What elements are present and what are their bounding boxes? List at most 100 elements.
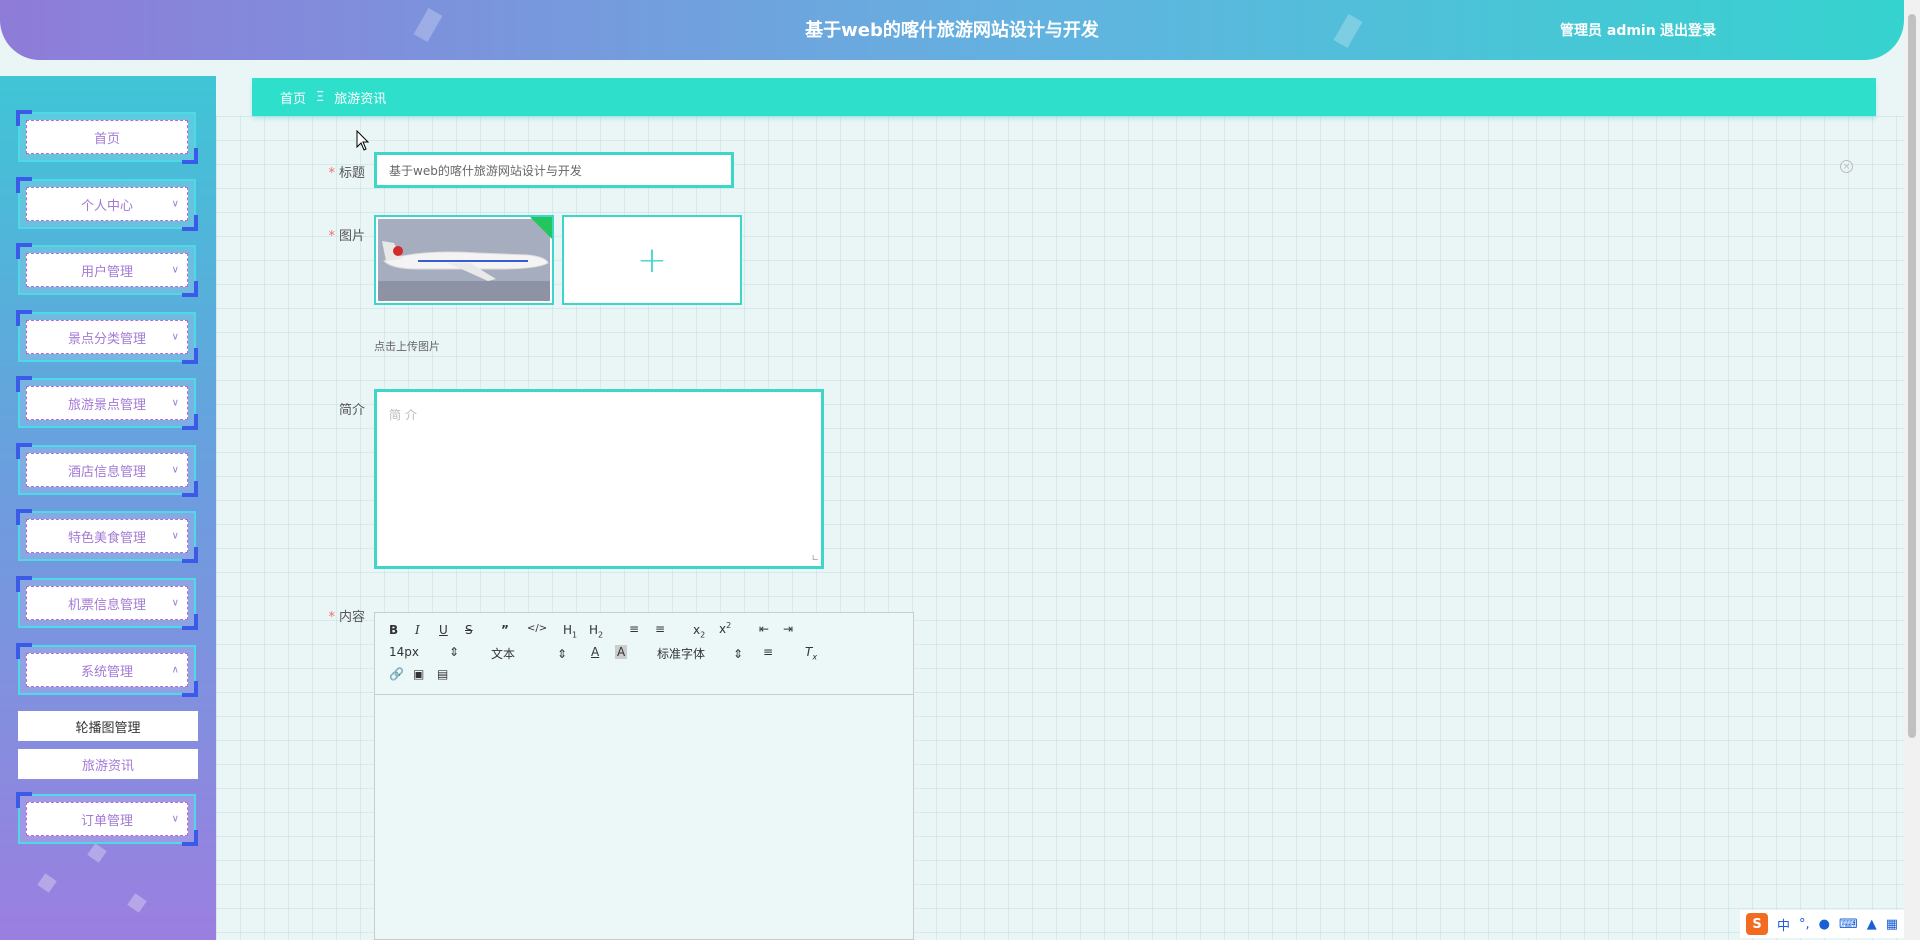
ime-punctuation-icon[interactable]: °, bbox=[1799, 917, 1810, 932]
chevron-down-icon: ∨ bbox=[171, 530, 179, 542]
background-color-icon[interactable]: A bbox=[615, 645, 628, 659]
sidebar-item-orders[interactable]: 订单管理 ∨ bbox=[16, 792, 198, 846]
submenu-item-carousel[interactable]: 轮播图管理 bbox=[18, 711, 198, 741]
sidebar-item-label: 特色美食管理 bbox=[67, 530, 146, 546]
sidebar-item-scenic-category[interactable]: 景点分类管理 ∨ bbox=[16, 310, 198, 364]
link-icon[interactable]: 🔗 bbox=[389, 667, 404, 681]
ime-chinese-mode-icon[interactable]: 中 bbox=[1777, 915, 1790, 934]
sogou-logo-icon[interactable]: S bbox=[1746, 913, 1768, 935]
title-input-value: 基于web的喀什旅游网站设计与开发 bbox=[389, 163, 582, 178]
subscript-icon[interactable]: x2 bbox=[693, 623, 705, 639]
sidebar-item-system[interactable]: 系统管理 ∧ bbox=[16, 643, 198, 697]
keyboard-icon[interactable]: ⌨ bbox=[1839, 917, 1858, 932]
intro-label: 简介 bbox=[338, 403, 365, 418]
plus-icon: + bbox=[636, 239, 668, 281]
ime-toolbar: S 中 °, ● ⌨ ▲ ▦ bbox=[1740, 910, 1904, 938]
sidebar-item-label: 用户管理 bbox=[80, 264, 133, 280]
breadcrumb-home[interactable]: 首页 bbox=[280, 88, 306, 107]
clear-format-icon[interactable]: Tx bbox=[805, 645, 817, 661]
content-label: * 内容 bbox=[328, 610, 365, 625]
top-header: 基于web的喀什旅游网站设计与开发 管理员 admin 退出登录 bbox=[0, 0, 1904, 60]
align-icon[interactable]: ≡ bbox=[763, 645, 773, 659]
chevron-down-icon: ∨ bbox=[171, 198, 179, 210]
logout-link[interactable]: 退出登录 bbox=[1660, 20, 1716, 40]
skin-icon[interactable]: ▲ bbox=[1867, 917, 1877, 932]
editor-toolbar: B I U S ” </> H1 H2 ≡ ≡ x2 x2 ⇤ ⇥ 14px ⇕ … bbox=[375, 613, 913, 695]
text-style-select[interactable]: 文本 ⇕ bbox=[491, 645, 567, 662]
sidebar-item-label: 首页 bbox=[93, 131, 120, 147]
rich-text-editor: B I U S ” </> H1 H2 ≡ ≡ x2 x2 ⇤ ⇥ 14px ⇕ … bbox=[374, 612, 914, 940]
underline-icon[interactable]: U bbox=[439, 623, 448, 637]
sidebar-item-label: 订单管理 bbox=[80, 813, 133, 829]
microphone-icon[interactable]: ● bbox=[1819, 917, 1830, 932]
image-icon[interactable]: ▣ bbox=[413, 667, 424, 681]
select-arrow-icon: ⇕ bbox=[557, 647, 568, 661]
sidebar-item-profile[interactable]: 个人中心 ∨ bbox=[16, 177, 198, 231]
sidebar-item-scenic-spots[interactable]: 旅游景点管理 ∨ bbox=[16, 376, 198, 430]
bullet-list-icon[interactable]: ≡ bbox=[655, 622, 665, 636]
font-family-select[interactable]: 标准字体 ⇕ bbox=[657, 645, 743, 662]
sidebar-item-label: 景点分类管理 bbox=[67, 331, 146, 347]
sidebar-decoration bbox=[127, 893, 147, 913]
sidebar-item-home[interactable]: 首页 bbox=[16, 110, 198, 164]
video-icon[interactable]: ▤ bbox=[437, 667, 448, 681]
heading1-icon[interactable]: H1 bbox=[563, 623, 577, 639]
sidebar-item-label: 旅游景点管理 bbox=[67, 397, 146, 413]
image-label: * 图片 bbox=[328, 229, 365, 244]
bold-icon[interactable]: B bbox=[389, 623, 398, 637]
grid-menu-icon[interactable]: ▦ bbox=[1886, 917, 1898, 932]
indent-icon[interactable]: ⇥ bbox=[783, 622, 793, 636]
sidebar-item-hotels[interactable]: 酒店信息管理 ∨ bbox=[16, 443, 198, 497]
strikethrough-icon[interactable]: S bbox=[465, 623, 473, 637]
sidebar-item-tickets[interactable]: 机票信息管理 ∨ bbox=[16, 576, 198, 630]
sidebar-item-label: 个人中心 bbox=[80, 198, 133, 214]
chevron-down-icon: ∨ bbox=[171, 331, 179, 343]
sidebar-item-label: 系统管理 bbox=[80, 664, 133, 680]
success-corner-icon bbox=[530, 217, 552, 239]
editor-content-area[interactable] bbox=[375, 695, 913, 940]
mouse-cursor-icon bbox=[356, 130, 370, 151]
sidebar-item-users[interactable]: 用户管理 ∨ bbox=[16, 243, 198, 297]
chevron-down-icon: ∨ bbox=[171, 464, 179, 476]
blockquote-icon[interactable]: ” bbox=[501, 623, 509, 637]
sidebar-decoration bbox=[37, 873, 57, 893]
chevron-down-icon: ∨ bbox=[171, 597, 179, 609]
upload-button[interactable]: + bbox=[562, 215, 742, 305]
ordered-list-icon[interactable]: ≡ bbox=[629, 622, 639, 636]
code-icon[interactable]: </> bbox=[527, 623, 547, 634]
font-color-icon[interactable]: A bbox=[591, 645, 599, 659]
superscript-icon[interactable]: x2 bbox=[719, 621, 731, 636]
sidebar-item-label: 酒店信息管理 bbox=[67, 464, 146, 480]
intro-textarea[interactable]: 简介 ∟ bbox=[374, 389, 824, 569]
select-arrow-icon: ⇕ bbox=[733, 647, 744, 661]
close-icon[interactable]: × bbox=[1840, 160, 1853, 173]
chevron-up-icon: ∧ bbox=[171, 664, 179, 676]
scrollbar-thumb[interactable] bbox=[1908, 14, 1916, 738]
airplane-icon bbox=[378, 219, 550, 301]
font-size-select[interactable]: 14px ⇕ bbox=[389, 645, 459, 659]
breadcrumb-current: 旅游资讯 bbox=[334, 91, 387, 107]
sidebar-decoration bbox=[87, 843, 107, 863]
chevron-down-icon: ∨ bbox=[171, 397, 179, 409]
current-user: 管理员 admin bbox=[1560, 23, 1656, 39]
breadcrumb: 首页 Ξ 旅游资讯 bbox=[252, 78, 1876, 116]
uploaded-image[interactable] bbox=[374, 215, 554, 305]
heading2-icon[interactable]: H2 bbox=[589, 623, 603, 639]
breadcrumb-separator: Ξ bbox=[316, 89, 325, 105]
sidebar-item-food[interactable]: 特色美食管理 ∨ bbox=[16, 509, 198, 563]
airplane-thumbnail bbox=[378, 219, 550, 301]
title-input[interactable]: 基于web的喀什旅游网站设计与开发 bbox=[374, 152, 734, 188]
select-arrow-icon: ⇕ bbox=[449, 645, 460, 659]
page-scrollbar[interactable] bbox=[1904, 0, 1920, 940]
chevron-down-icon: ∨ bbox=[171, 813, 179, 825]
sidebar-item-label: 机票信息管理 bbox=[67, 597, 146, 613]
chevron-down-icon: ∨ bbox=[171, 264, 179, 276]
italic-icon[interactable]: I bbox=[415, 623, 420, 637]
submenu-item-news[interactable]: 旅游资讯 bbox=[18, 749, 198, 779]
intro-placeholder: 简介 bbox=[389, 408, 422, 422]
submenu-item-label: 旅游资讯 bbox=[81, 758, 134, 774]
submenu-item-label: 轮播图管理 bbox=[75, 720, 141, 736]
resize-handle-icon[interactable]: ∟ bbox=[811, 554, 819, 564]
title-label: * 标题 bbox=[328, 166, 365, 181]
outdent-icon[interactable]: ⇤ bbox=[759, 622, 769, 636]
